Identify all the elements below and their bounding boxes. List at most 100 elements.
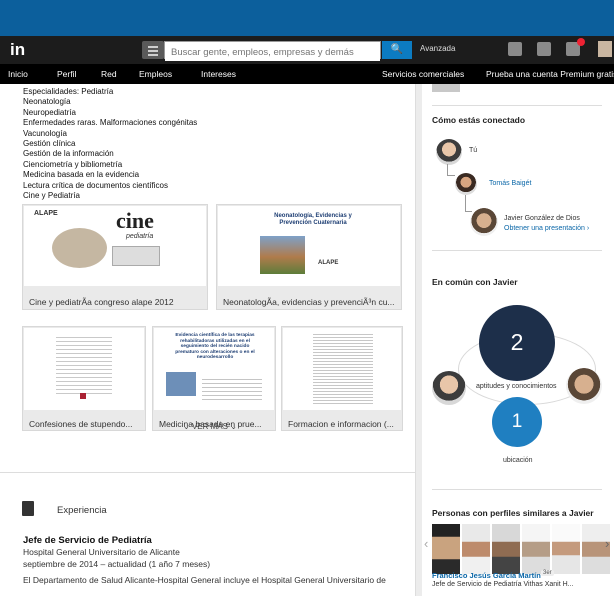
tomas-name[interactable]: Tomás Baigét: [489, 180, 531, 187]
nav-item-red[interactable]: Red: [101, 69, 117, 79]
search-field[interactable]: [164, 41, 381, 61]
city-photo: [260, 236, 305, 274]
connection-line: [465, 195, 466, 212]
specialty-item: Gestión clínica: [23, 139, 76, 149]
specialties-list: Especialidades: Pediatría Neonatología N…: [23, 87, 197, 201]
skills-label: aptitudes y conocimientos: [476, 383, 557, 390]
similar-profile-photo[interactable]: [462, 524, 490, 574]
location-circle[interactable]: 1: [492, 397, 542, 447]
media-caption: Formacion e informacion (...: [288, 419, 394, 429]
you-avatar[interactable]: [436, 139, 462, 165]
media-card-formacion[interactable]: Formacion e informacion (...: [281, 326, 403, 431]
media-card-medicina[interactable]: Evidencia científica de las terapias reh…: [152, 326, 276, 431]
media-caption: NeonatologÃa, evidencias y prevenciÃ³n c…: [223, 297, 395, 307]
document-preview: [56, 334, 112, 394]
skills-count: 2: [510, 329, 524, 355]
connection-degree-badge: 3er: [541, 570, 554, 576]
section-divider: [432, 105, 602, 106]
profile-avatar[interactable]: [598, 41, 612, 57]
poster-image: [166, 372, 196, 396]
job-dates: septiembre de 2014 – actualidad (1 año 7…: [23, 559, 211, 569]
employer-name[interactable]: Hospital General Universitario de Alican…: [23, 547, 180, 557]
specialty-item: Medicina basada en la evidencia: [23, 170, 140, 180]
menu-icon[interactable]: [142, 41, 164, 59]
alape-logo: ALAPE: [318, 260, 339, 266]
nav-item-perfil[interactable]: Perfil: [57, 69, 76, 79]
document-thumbnail: Evidencia científica de las terapias reh…: [154, 328, 274, 410]
profile-sidebar: Cómo estás conectado Tú Tomás Baigét Jav…: [422, 84, 614, 596]
job-title[interactable]: Jefe de Servicio de Pediatría: [23, 535, 152, 546]
notification-badge-icon: [577, 38, 585, 46]
sidebar-image-fragment: [432, 84, 460, 92]
media-card-neonatologia[interactable]: Neonatología, Evidencias y Prevención Cu…: [216, 204, 402, 310]
you-common-avatar[interactable]: [432, 371, 466, 405]
profile-main-column: Especialidades: Pediatría Neonatología N…: [0, 84, 416, 596]
ver-mas-link[interactable]: ⌄ VER MÁS ⌄: [183, 422, 237, 431]
window-top-band: [0, 0, 614, 36]
specialty-item: Enfermedades raras. Malformaciones congé…: [23, 118, 198, 128]
media-caption: Confesiones de stupendo...: [29, 419, 133, 429]
seal-icon: [80, 393, 86, 399]
media-card-cine[interactable]: ALAPE cine pediatría Cine y pediatrÃa co…: [22, 204, 208, 310]
search-icon[interactable]: 🔍: [382, 41, 412, 59]
specialty-item: Neonatología: [23, 97, 71, 107]
nav-item-inicio[interactable]: Inicio: [8, 69, 28, 79]
specialty-item: Cienciometría y bibliometría: [23, 159, 123, 169]
cine-title: cine: [116, 208, 154, 233]
document-thumbnail: [24, 328, 144, 410]
section-divider: [432, 489, 602, 490]
common-heading: En común con Javier: [432, 277, 518, 287]
search-input[interactable]: [165, 44, 380, 61]
linkedin-logo[interactable]: in: [10, 40, 32, 60]
similar-profile-role: Jefe de Servicio de Pediatría Vithas Xan…: [432, 581, 574, 588]
nav-item-premium[interactable]: Prueba una cuenta Premium gratis: [486, 69, 614, 79]
chevron-down-icon: ⌄: [183, 422, 190, 431]
nav-item-business-services[interactable]: Servicios comerciales: [382, 69, 464, 79]
media-thumbnail: ALAPE cine pediatría: [24, 206, 206, 286]
you-label: Tú: [469, 147, 478, 154]
location-label: ubicación: [503, 457, 533, 464]
media-thumbnail: Neonatología, Evidencias y Prevención Cu…: [218, 206, 400, 286]
similar-profiles-heading: Personas con perfiles similares a Javier: [432, 508, 594, 518]
main-navigation: Inicio Perfil Red Empleos Intereses Serv…: [0, 64, 614, 84]
ver-mas-label: VER MÁS: [191, 422, 228, 431]
film-reel-image: [52, 228, 107, 268]
nav-item-intereses[interactable]: Intereses: [201, 69, 236, 79]
film-strip-image: [112, 246, 160, 266]
similar-profile-name[interactable]: Francisco Jesús García Martín: [432, 571, 541, 580]
location-count: 1: [511, 411, 523, 432]
similar-profile-photo[interactable]: [432, 524, 460, 574]
intro-link[interactable]: Obtener una presentación ›: [504, 225, 589, 232]
specialty-item: Especialidades: Pediatría: [23, 87, 114, 96]
intro-link-label: Obtener una presentación: [504, 225, 585, 232]
neonatologia-thumbnail-title: Neonatología, Evidencias y Prevención Cu…: [274, 213, 352, 226]
chevron-right-icon[interactable]: ›: [605, 536, 609, 551]
document-thumbnail: [283, 328, 401, 410]
specialty-item: Lectura crítica de documentos científico…: [23, 180, 168, 190]
connection-line: [465, 211, 472, 212]
skills-circle[interactable]: 2: [479, 305, 555, 381]
connection-line: [447, 175, 455, 176]
nav-item-empleos[interactable]: Empleos: [139, 69, 172, 79]
document-preview: [313, 332, 373, 406]
specialty-item: Gestión de la información: [23, 149, 114, 159]
section-divider: [0, 472, 415, 473]
javier-common-avatar[interactable]: [566, 368, 602, 404]
similar-profile-photo[interactable]: [522, 524, 550, 574]
similar-profile-photo[interactable]: [492, 524, 520, 574]
chevron-left-icon[interactable]: ‹: [424, 536, 428, 551]
advanced-search-link[interactable]: Avanzada: [420, 44, 455, 53]
alape-logo: ALAPE: [34, 210, 58, 217]
messages-icon[interactable]: [508, 42, 522, 56]
javier-name[interactable]: Javier González de Dios: [504, 215, 580, 222]
experience-heading: Experiencia: [57, 505, 107, 516]
media-caption: Cine y pediatrÃa congreso alape 2012: [29, 297, 174, 307]
tomas-avatar[interactable]: [455, 173, 477, 195]
similar-profile-photo[interactable]: [552, 524, 580, 574]
javier-avatar[interactable]: [470, 208, 498, 236]
specialty-item: Neuropediatría: [23, 107, 76, 117]
document-preview: [202, 376, 262, 400]
media-card-confesiones[interactable]: Confesiones de stupendo...: [22, 326, 146, 431]
flag-icon[interactable]: [537, 42, 551, 56]
specialty-item: Cine y Pediatría: [23, 191, 80, 201]
